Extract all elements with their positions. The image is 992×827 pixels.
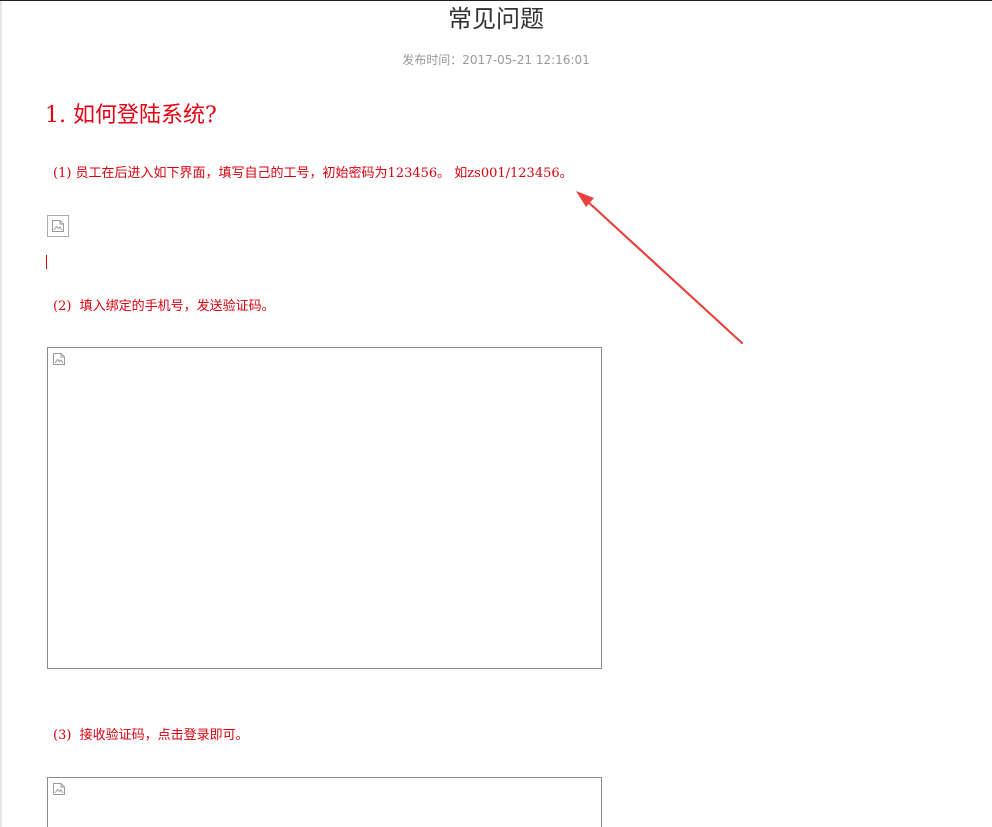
step-1-text: (1) 员工在后进入如下界面，填写自己的工号，初始密码为123456。 如zs0… [53,166,573,181]
left-border [0,1,2,827]
section-heading: 1. 如何登陆系统? [45,103,217,128]
step-3-text: (3) 接收验证码，点击登录即可。 [53,728,249,743]
text-caret [46,255,47,269]
arrow-head [576,191,594,207]
arrow-shaft [584,198,744,345]
step-2-text: (2) 填入绑定的手机号，发送验证码。 [53,299,275,314]
broken-image-icon [52,220,64,232]
page-title: 常见问题 [448,5,544,33]
article-page: 常见问题 发布时间：2017-05-21 12:16:01 1. 如何登陆系统?… [0,0,992,827]
publish-label: 发布时间： [402,53,463,67]
publish-info: 发布时间：2017-05-21 12:16:01 [0,52,992,68]
verify-login-image [47,777,602,827]
broken-image-icon [53,353,65,365]
publish-time: 2017-05-21 12:16:01 [462,53,590,67]
broken-image-icon [53,783,65,795]
login-screen-image [47,215,69,237]
phone-binding-image [47,347,602,669]
